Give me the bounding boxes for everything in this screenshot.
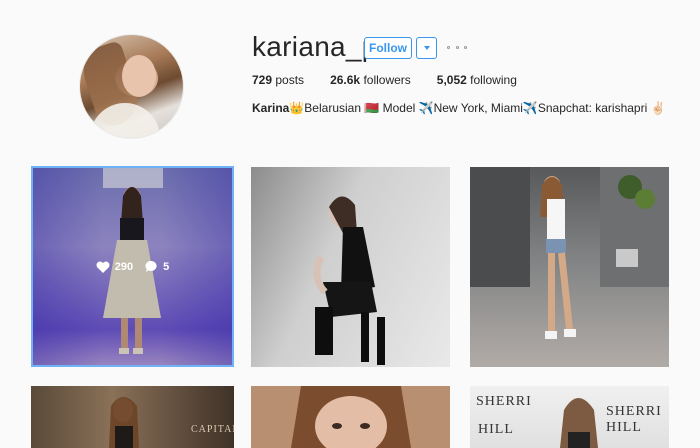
post-6-overlay-text-2: SHERRI HILL — [606, 404, 662, 435]
chevron-down-icon — [423, 46, 430, 50]
post-thumbnail-2[interactable] — [251, 167, 450, 367]
following-count: 5,052 — [436, 73, 467, 87]
avatar-face — [122, 55, 156, 97]
following-stat[interactable]: 5,052 following — [437, 73, 517, 87]
followers-stat[interactable]: 26.6k followers — [330, 73, 411, 87]
post-5-image — [251, 386, 450, 448]
post-thumbnail-1[interactable]: 290 5 — [31, 166, 234, 367]
posts-label: posts — [275, 73, 305, 87]
post-6-overlay-text-1: SHERRI — [476, 394, 532, 409]
profile-bio: Karina👑Belarusian 🇧🇾 Model ✈️New York, M… — [252, 101, 666, 115]
more-options-icon[interactable] — [447, 40, 467, 54]
followers-count: 26.6k — [330, 73, 361, 87]
post-4-overlay-text: CAPITALE — [191, 424, 234, 435]
posts-stat: 729 posts — [252, 73, 304, 87]
post-1-hover-stats: 290 5 — [33, 260, 232, 273]
follow-options-button[interactable] — [416, 37, 437, 59]
post-1-comments: 5 — [163, 260, 170, 273]
post-3-image — [470, 167, 669, 339]
comments-group: 5 — [145, 260, 169, 273]
bio-name: Karina — [252, 101, 290, 115]
post-1-likes: 290 — [114, 260, 134, 273]
bio-text: 👑Belarusian 🇧🇾 Model ✈️New York, Miami✈️… — [289, 101, 666, 115]
following-label: following — [470, 73, 517, 87]
posts-count: 729 — [252, 73, 273, 87]
heart-icon — [96, 261, 110, 273]
post-thumbnail-3[interactable] — [470, 167, 669, 367]
comment-icon — [145, 260, 157, 272]
post-4-image — [109, 397, 139, 448]
post-thumbnail-5[interactable] — [251, 386, 450, 448]
post-6-overlay-text-3: HILL — [478, 422, 514, 437]
post-2-image — [313, 196, 385, 365]
post-thumbnail-4[interactable]: CAPITALE — [31, 386, 234, 448]
profile-stats: 729 posts 26.6k followers 5,052 followin… — [252, 73, 543, 87]
post-thumbnail-6[interactable]: SHERRI SHERRI HILL HILL — [470, 386, 669, 448]
likes-group: 290 — [96, 261, 133, 273]
followers-label: followers — [363, 73, 411, 87]
profile-avatar — [80, 35, 183, 138]
follow-button[interactable]: Follow — [364, 37, 412, 59]
profile-username: kariana_p — [252, 31, 378, 62]
